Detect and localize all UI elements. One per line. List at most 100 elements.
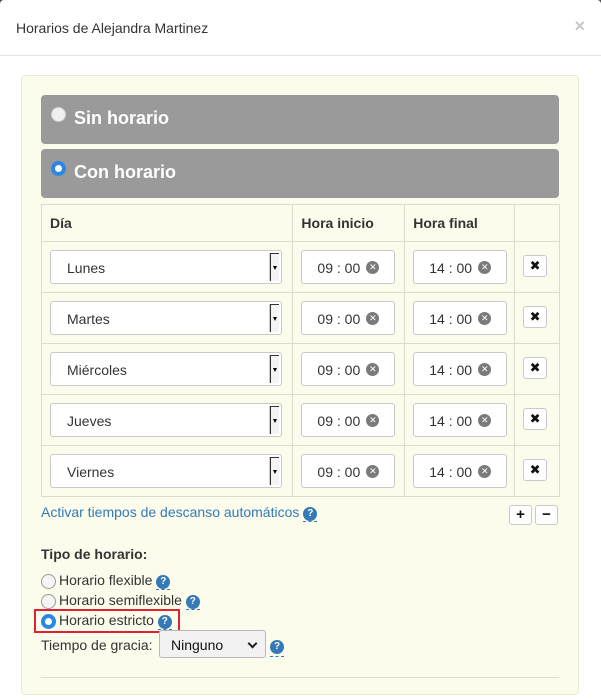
tiempo-gracia-select[interactable]: Ninguno <box>159 630 266 658</box>
divider <box>41 677 559 678</box>
day-select-value: Martes <box>67 311 110 327</box>
table-row: Viernes 09 : 00 ✕ 14 : 00 ✕ ✖ <box>40 445 560 497</box>
select-handle <box>269 457 279 485</box>
radio-estricto[interactable] <box>41 614 56 629</box>
tipo-estricto-label: Horario estricto <box>59 612 154 628</box>
delete-row-button[interactable]: ✖ <box>523 357 548 379</box>
day-select[interactable]: Martes <box>50 301 282 335</box>
tipo-semiflexible-option[interactable]: Horario semiflexible ? <box>41 592 200 610</box>
end-time-input[interactable]: 14 : 00 ✕ <box>413 403 508 437</box>
auto-break-help[interactable]: ? <box>303 504 318 522</box>
schedule-modal: Horarios de Alejandra Martinez × Sin hor… <box>0 0 601 700</box>
radio-sin-horario[interactable] <box>51 107 66 122</box>
clear-icon[interactable]: ✕ <box>366 414 380 427</box>
tiempo-gracia-help[interactable]: ? <box>270 637 284 657</box>
tipo-flexible-label: Horario flexible <box>59 572 153 588</box>
delete-row-button[interactable]: ✖ <box>523 306 548 328</box>
help-icon: ? <box>270 640 284 654</box>
clear-icon[interactable]: ✕ <box>366 261 380 274</box>
auto-break-label: Activar tiempos de descanso automáticos <box>41 504 300 520</box>
start-time-value: 09 : 00 <box>317 362 361 378</box>
modal-header: Horarios de Alejandra Martinez × <box>0 0 601 56</box>
day-select-value: Viernes <box>67 464 115 480</box>
start-time-input[interactable]: 09 : 00 ✕ <box>301 403 396 437</box>
header-end: Hora final <box>404 204 516 242</box>
close-icon[interactable]: × <box>574 16 585 37</box>
end-time-input[interactable]: 14 : 00 ✕ <box>413 352 508 386</box>
select-handle <box>269 304 279 332</box>
tipo-estricto-option[interactable]: Horario estricto ? <box>41 612 172 630</box>
option-con-horario-label: Con horario <box>74 162 176 182</box>
day-select-value: Jueves <box>67 413 112 429</box>
option-sin-horario[interactable]: Sin horario <box>41 95 559 144</box>
radio-semiflexible[interactable] <box>41 594 56 609</box>
end-time-input[interactable]: 14 : 00 ✕ <box>413 454 508 488</box>
tipo-estricto-help[interactable]: ? <box>157 612 172 630</box>
chevron-down-icon <box>247 638 258 649</box>
day-select[interactable]: Lunes <box>50 250 282 284</box>
end-time-value: 14 : 00 <box>429 362 473 378</box>
header-start: Hora inicio <box>292 204 406 242</box>
auto-break-link[interactable]: Activar tiempos de descanso automáticos … <box>41 504 318 522</box>
help-icon: ? <box>156 575 171 589</box>
help-icon: ? <box>157 615 172 629</box>
header-day: Día <box>40 204 294 242</box>
clear-icon[interactable]: ✕ <box>478 261 492 274</box>
delete-row-button[interactable]: ✖ <box>523 459 548 481</box>
table-row: Martes 09 : 00 ✕ 14 : 00 ✕ ✖ <box>40 292 560 344</box>
end-time-value: 14 : 00 <box>429 311 473 327</box>
help-icon: ? <box>303 507 318 521</box>
clear-icon[interactable]: ✕ <box>366 465 380 478</box>
select-handle <box>269 253 279 281</box>
end-time-value: 14 : 00 <box>429 413 473 429</box>
help-icon: ? <box>185 595 200 609</box>
tipo-flexible-option[interactable]: Horario flexible ? <box>41 572 171 590</box>
end-time-value: 14 : 00 <box>429 260 473 276</box>
add-row-button[interactable]: + <box>509 505 532 525</box>
tipo-flexible-help[interactable]: ? <box>156 572 171 590</box>
tipo-semiflexible-label: Horario semiflexible <box>59 592 182 608</box>
day-select[interactable]: Viernes <box>50 454 282 488</box>
clear-icon[interactable]: ✕ <box>478 465 492 478</box>
option-sin-horario-label: Sin horario <box>74 108 170 128</box>
option-con-horario[interactable]: Con horario <box>41 149 559 198</box>
tipo-semiflexible-help[interactable]: ? <box>185 592 200 610</box>
start-time-value: 09 : 00 <box>317 260 361 276</box>
day-select[interactable]: Miércoles <box>50 352 282 386</box>
table-header-row: Día Hora inicio Hora final <box>40 204 560 242</box>
start-time-input[interactable]: 09 : 00 ✕ <box>301 250 396 284</box>
table-row: Lunes 09 : 00 ✕ 14 : 00 ✕ ✖ <box>40 241 560 293</box>
select-handle <box>269 355 279 383</box>
clear-icon[interactable]: ✕ <box>478 414 492 427</box>
clear-icon[interactable]: ✕ <box>478 312 492 325</box>
table-row: Jueves 09 : 00 ✕ 14 : 00 ✕ ✖ <box>40 394 560 446</box>
radio-con-horario[interactable] <box>51 161 66 176</box>
start-time-value: 09 : 00 <box>317 311 361 327</box>
end-time-value: 14 : 00 <box>429 464 473 480</box>
day-select-value: Miércoles <box>67 362 127 378</box>
clear-icon[interactable]: ✕ <box>478 363 492 376</box>
clear-icon[interactable]: ✕ <box>366 363 380 376</box>
end-time-input[interactable]: 14 : 00 ✕ <box>413 250 508 284</box>
remove-row-button[interactable]: − <box>535 505 558 525</box>
radio-flexible[interactable] <box>41 574 56 589</box>
schedule-panel: Sin horario Con horario Día Hora inicio … <box>21 75 579 695</box>
start-time-input[interactable]: 09 : 00 ✕ <box>301 352 396 386</box>
select-handle <box>269 406 279 434</box>
tiempo-gracia-label: Tiempo de gracia: <box>41 637 153 653</box>
start-time-value: 09 : 00 <box>317 464 361 480</box>
schedule-table: Día Hora inicio Hora final Lunes 09 : 00… <box>40 204 560 497</box>
start-time-input[interactable]: 09 : 00 ✕ <box>301 301 396 335</box>
modal-title: Horarios de Alejandra Martinez <box>16 20 209 36</box>
start-time-value: 09 : 00 <box>317 413 361 429</box>
start-time-input[interactable]: 09 : 00 ✕ <box>301 454 396 488</box>
tipo-horario-title: Tipo de horario: <box>41 546 148 562</box>
day-select-value: Lunes <box>67 260 106 276</box>
delete-row-button[interactable]: ✖ <box>523 408 548 430</box>
clear-icon[interactable]: ✕ <box>366 312 380 325</box>
day-select[interactable]: Jueves <box>50 403 282 437</box>
end-time-input[interactable]: 14 : 00 ✕ <box>413 301 508 335</box>
tiempo-gracia-value: Ninguno <box>171 637 224 653</box>
table-row: Miércoles 09 : 00 ✕ 14 : 00 ✕ ✖ <box>40 343 560 395</box>
delete-row-button[interactable]: ✖ <box>523 255 548 277</box>
